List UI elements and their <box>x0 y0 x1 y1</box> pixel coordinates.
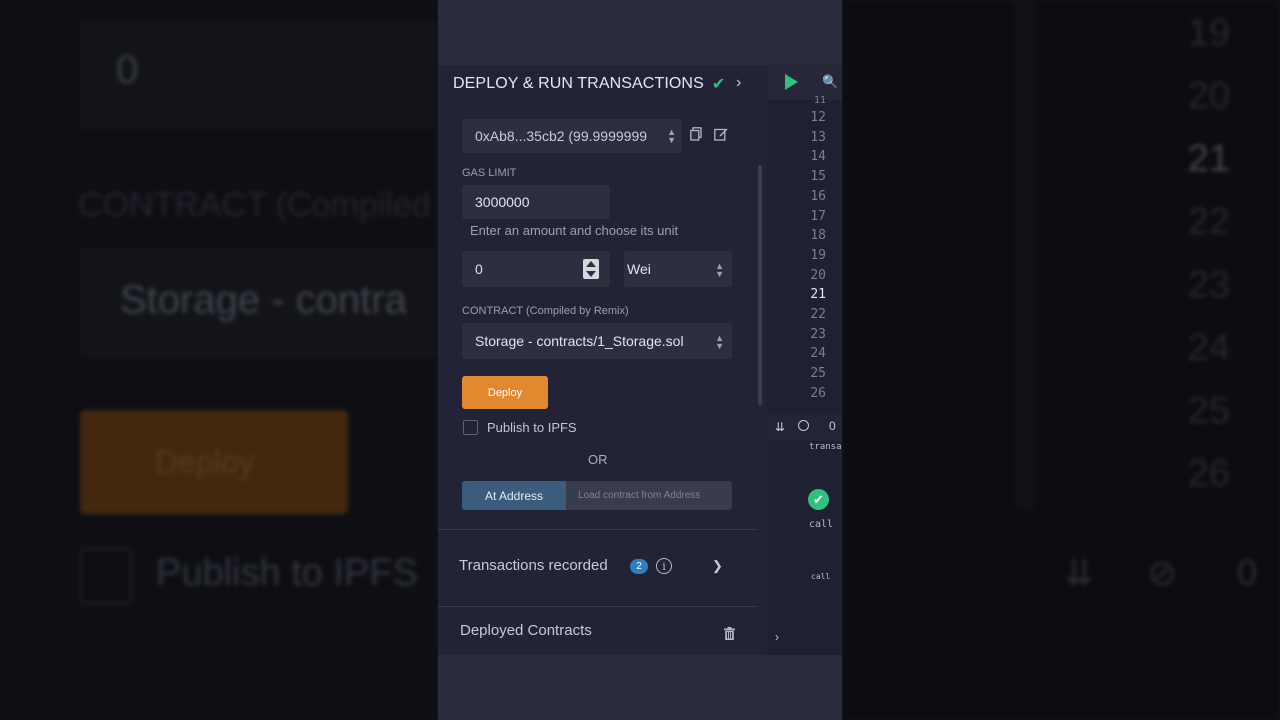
chevron-right-icon[interactable]: › <box>736 74 741 92</box>
unit-value: Wei <box>627 261 651 277</box>
phone-screen: DEPLOY & RUN TRANSACTIONS ✔ › 0xAb8...35… <box>438 0 842 720</box>
publish-ipfs-label: Publish to IPFS <box>487 420 577 435</box>
line-number: 21 <box>810 287 826 303</box>
line-number: 26 <box>810 385 826 401</box>
panel-title: DEPLOY & RUN TRANSACTIONS <box>453 75 704 92</box>
line-number: 20 <box>810 267 826 283</box>
editor-strip: 🔍 11 12 13 14 15 16 17 18 19 20 21 22 23 24 25 26 ⇊ 0 … <box>767 65 842 655</box>
background-left-zoom: 0 CONTRACT (Compiled Storage - contra De… <box>0 0 438 720</box>
line-number: 15 <box>810 169 826 185</box>
value-hint: Enter an amount and choose its unit <box>470 223 679 238</box>
at-address-button[interactable]: At Address <box>462 481 566 510</box>
gas-limit-input[interactable]: 3000000 <box>462 185 610 219</box>
terminal-line: call <box>811 572 831 581</box>
line-number: 23 <box>810 326 826 342</box>
double-chevron-down-icon[interactable]: ⇊ <box>775 420 785 434</box>
select-arrows-icon: ▲ ▼ <box>715 261 724 279</box>
editor-toolbar: 🔍 <box>767 65 842 100</box>
terminal-count: 0 <box>829 419 836 433</box>
panel-scrollbar[interactable] <box>758 165 762 405</box>
or-divider: OR <box>588 452 608 467</box>
select-arrows-icon: ▲ ▼ <box>667 127 676 145</box>
publish-ipfs-checkbox[interactable] <box>463 420 478 435</box>
search-icon[interactable]: 🔍 <box>822 74 838 90</box>
deploy-run-panel: DEPLOY & RUN TRANSACTIONS ✔ › 0xAb8...35… <box>438 65 767 655</box>
play-icon[interactable] <box>785 74 798 90</box>
line-number: 14 <box>810 149 826 165</box>
trash-icon[interactable] <box>724 627 735 640</box>
value-stepper[interactable] <box>583 259 599 279</box>
gas-limit-label: GAS LIMIT <box>462 167 517 179</box>
line-number: 13 <box>810 129 826 145</box>
line-number: 19 <box>810 247 826 263</box>
line-number: 22 <box>810 307 826 322</box>
chevron-right-icon[interactable]: ❯ <box>712 558 723 574</box>
unit-select[interactable]: Wei ▲ ▼ <box>624 251 732 287</box>
line-number: 24 <box>810 346 826 362</box>
line-number: 25 <box>810 366 826 382</box>
select-arrows-icon: ▲ ▼ <box>715 333 724 351</box>
line-number: 16 <box>810 188 826 204</box>
terminal-prompt-icon[interactable]: › <box>775 630 779 644</box>
deployed-contracts-label: Deployed Contracts <box>460 622 592 639</box>
copy-icon[interactable] <box>690 127 702 141</box>
line-number: 11 <box>813 95 826 106</box>
edit-icon[interactable] <box>714 127 728 141</box>
divider <box>438 529 758 530</box>
terminal-line: transa <box>809 442 842 452</box>
divider <box>438 606 758 607</box>
contract-select[interactable]: Storage - contracts/1_Storage.sol ▲ ▼ <box>462 323 732 359</box>
success-check-icon: ✔ <box>808 489 829 510</box>
account-value: 0xAb8...35cb2 (99.9999999 <box>475 128 648 144</box>
line-number: 17 <box>810 208 826 224</box>
line-number: 12 <box>810 110 826 125</box>
terminal-line: call <box>809 519 834 530</box>
account-select[interactable]: 0xAb8...35cb2 (99.9999999 ▲ ▼ <box>462 119 682 153</box>
transactions-count-badge: 2 <box>630 559 648 574</box>
deploy-button[interactable]: Deploy <box>462 376 548 409</box>
contract-value: Storage - contracts/1_Storage.sol <box>475 333 684 349</box>
check-icon: ✔ <box>711 76 726 93</box>
background-right-zoom: 19 20 21 22 23 24 25 26 ⇊ ⊘ 0 <box>842 0 1280 720</box>
block-icon[interactable] <box>798 420 809 431</box>
contract-label: CONTRACT (Compiled by Remix) <box>462 305 629 317</box>
line-number: 18 <box>810 228 826 244</box>
panel-header: DEPLOY & RUN TRANSACTIONS ✔ <box>453 73 725 95</box>
transactions-recorded-label[interactable]: Transactions recorded <box>459 557 608 574</box>
info-icon[interactable]: i <box>656 558 672 574</box>
address-input[interactable]: Load contract from Address <box>566 481 732 510</box>
